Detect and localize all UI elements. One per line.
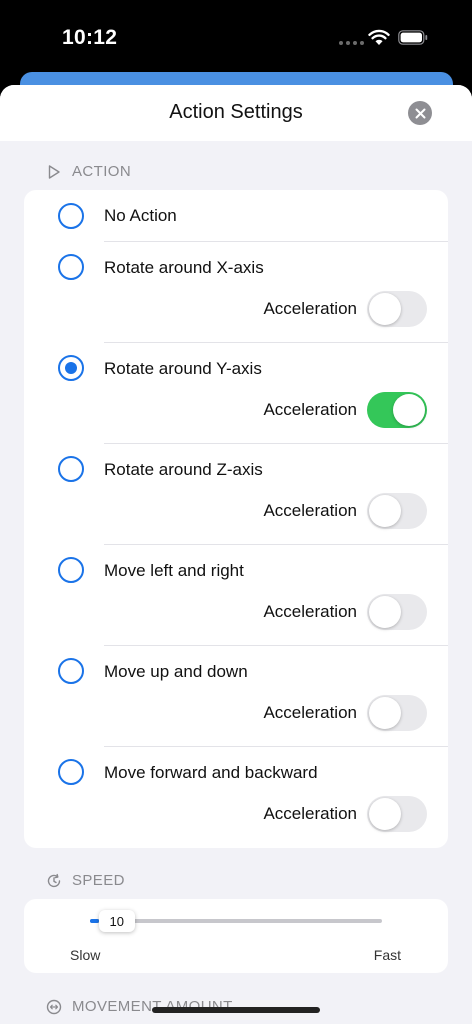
row-divider bbox=[104, 645, 448, 646]
radio-button[interactable] bbox=[58, 254, 84, 280]
action-label: No Action bbox=[104, 206, 177, 225]
sheet-title: Action Settings bbox=[169, 101, 303, 123]
radio-button-selected[interactable] bbox=[58, 355, 84, 381]
action-option-rotate-z[interactable]: Rotate around Z-axis Acceleration bbox=[24, 443, 448, 544]
acceleration-label: Acceleration bbox=[263, 400, 357, 419]
radio-button[interactable] bbox=[58, 456, 84, 482]
action-options-card: No Action Rotate around X-axis Accelerat… bbox=[24, 190, 448, 848]
speed-card: 10 Slow Fast bbox=[24, 899, 448, 973]
section-label-action: ACTION bbox=[72, 163, 132, 180]
row-divider bbox=[104, 746, 448, 747]
action-option-rotate-y[interactable]: Rotate around Y-axis Acceleration bbox=[24, 342, 448, 443]
acceleration-toggle[interactable] bbox=[367, 493, 427, 529]
action-settings-sheet: Action Settings ACTION No Action Rotate … bbox=[0, 85, 472, 1024]
acceleration-toggle[interactable] bbox=[367, 796, 427, 832]
acceleration-label: Acceleration bbox=[263, 602, 357, 621]
speed-slider-track[interactable]: 10 bbox=[90, 910, 382, 932]
radio-button[interactable] bbox=[58, 759, 84, 785]
radio-button[interactable] bbox=[58, 658, 84, 684]
action-option-move-up-down[interactable]: Move up and down Acceleration bbox=[24, 645, 448, 746]
sheet-header: Action Settings bbox=[0, 85, 472, 141]
section-label-speed: SPEED bbox=[72, 872, 125, 889]
acceleration-toggle[interactable] bbox=[367, 291, 427, 327]
acceleration-toggle[interactable] bbox=[367, 594, 427, 630]
close-icon bbox=[415, 108, 425, 118]
battery-icon bbox=[398, 30, 428, 45]
status-time: 10:12 bbox=[62, 26, 118, 49]
acceleration-toggle[interactable] bbox=[367, 695, 427, 731]
speed-slider-fill bbox=[90, 919, 99, 923]
speed-value: 10 bbox=[109, 913, 124, 929]
horizontal-arrows-icon bbox=[46, 999, 62, 1014]
speed-slider-thumb[interactable]: 10 bbox=[98, 910, 135, 932]
timer-refresh-icon bbox=[47, 873, 61, 887]
speed-max-label: Fast bbox=[373, 947, 401, 963]
row-divider bbox=[104, 443, 448, 444]
action-label: Rotate around X-axis bbox=[104, 258, 264, 277]
action-label: Rotate around Z-axis bbox=[104, 460, 263, 479]
speed-min-label: Slow bbox=[70, 947, 101, 963]
acceleration-label: Acceleration bbox=[263, 703, 357, 722]
row-divider bbox=[104, 342, 448, 343]
cellular-signal-icon bbox=[339, 41, 364, 45]
section-header-speed: SPEED bbox=[46, 872, 125, 889]
action-label: Move up and down bbox=[104, 662, 248, 681]
action-label: Rotate around Y-axis bbox=[104, 359, 262, 378]
action-option-no-action[interactable]: No Action bbox=[24, 190, 448, 241]
close-button[interactable] bbox=[408, 101, 432, 125]
action-label: Move left and right bbox=[104, 561, 244, 580]
row-divider bbox=[104, 544, 448, 545]
action-option-move-left-right[interactable]: Move left and right Acceleration bbox=[24, 544, 448, 645]
wifi-icon bbox=[368, 29, 390, 45]
radio-button[interactable] bbox=[58, 557, 84, 583]
status-bar: 10:12 bbox=[0, 0, 472, 72]
acceleration-toggle[interactable] bbox=[367, 392, 427, 428]
play-outline-icon bbox=[48, 164, 60, 179]
action-label: Move forward and backward bbox=[104, 763, 318, 782]
home-indicator bbox=[152, 1007, 320, 1013]
acceleration-label: Acceleration bbox=[263, 501, 357, 520]
row-divider bbox=[104, 241, 448, 242]
acceleration-label: Acceleration bbox=[263, 804, 357, 823]
action-option-move-forward-backward[interactable]: Move forward and backward Acceleration bbox=[24, 746, 448, 848]
section-header-action: ACTION bbox=[46, 163, 131, 180]
radio-button[interactable] bbox=[58, 203, 84, 229]
acceleration-label: Acceleration bbox=[263, 299, 357, 318]
action-option-rotate-x[interactable]: Rotate around X-axis Acceleration bbox=[24, 241, 448, 342]
